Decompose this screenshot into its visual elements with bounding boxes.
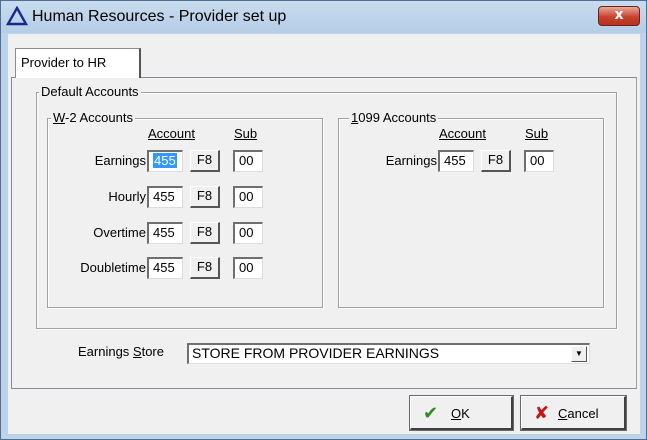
- w2-earnings-sub-input[interactable]: 00: [233, 150, 263, 172]
- cancel-label: Cancel: [558, 406, 599, 421]
- w2-account-header: Account: [148, 126, 195, 141]
- w2-doubletime-lookup-button[interactable]: F8: [190, 257, 220, 279]
- w2-sub-header: Sub: [234, 126, 258, 141]
- w2-doubletime-sub-input[interactable]: 00: [233, 257, 263, 279]
- dialog-window: Human Resources - Provider set up x Prov…: [0, 0, 647, 440]
- w2-doubletime-account-input[interactable]: 455: [147, 257, 183, 279]
- dialog-client: Provider to HR Default Accounts W-2 Acco…: [8, 34, 640, 434]
- w2-overtime-label: Overtime: [93, 225, 146, 240]
- w2-hourly-label: Hourly: [108, 189, 146, 204]
- 1099-account-header: Account: [439, 126, 486, 141]
- w2-earnings-lookup-button[interactable]: F8: [190, 150, 220, 172]
- w2-doubletime-label: Doubletime: [80, 260, 146, 275]
- close-button[interactable]: x: [598, 6, 640, 26]
- cancel-button[interactable]: ✘ Cancel: [521, 396, 626, 430]
- earnings-store-label: Earnings Store: [78, 344, 164, 359]
- default-accounts-group: Default Accounts W-2 Accounts Account Su…: [36, 84, 617, 329]
- ok-label: OK: [451, 406, 470, 421]
- ok-button[interactable]: ✔ OK: [410, 396, 513, 430]
- title-bar[interactable]: Human Resources - Provider set up x: [1, 1, 646, 33]
- window-title: Human Resources - Provider set up: [32, 8, 287, 25]
- x-icon: ✘: [534, 403, 550, 423]
- w2-hourly-lookup-button[interactable]: F8: [190, 186, 220, 208]
- 1099-accounts-group: 1099 Accounts Account Sub Earnings 455 F…: [338, 110, 604, 308]
- w2-overtime-account-input[interactable]: 455: [147, 222, 183, 244]
- w2-earnings-account-input[interactable]: 455: [147, 150, 183, 172]
- w2-accounts-legend: W-2 Accounts: [51, 110, 135, 125]
- 1099-earnings-sub-input[interactable]: 00: [524, 150, 554, 172]
- tab-provider-to-hr[interactable]: Provider to HR: [15, 48, 141, 78]
- tab-label: Provider to HR: [21, 55, 107, 70]
- w2-hourly-sub-input[interactable]: 00: [233, 186, 263, 208]
- w2-earnings-label: Earnings: [94, 153, 146, 168]
- triangle-app-icon: [6, 6, 28, 26]
- earnings-store-select[interactable]: STORE FROM PROVIDER EARNINGS ▼: [187, 343, 590, 364]
- 1099-earnings-account-input[interactable]: 455: [438, 150, 474, 172]
- 1099-sub-header: Sub: [525, 126, 549, 141]
- close-icon: x: [614, 7, 624, 23]
- w2-hourly-account-input[interactable]: 455: [147, 186, 183, 208]
- 1099-accounts-legend: 1099 Accounts: [349, 110, 439, 125]
- w2-accounts-group: W-2 Accounts Account Sub Earnings 455 F8…: [47, 110, 323, 308]
- checkmark-icon: ✔: [423, 403, 439, 423]
- w2-overtime-lookup-button[interactable]: F8: [190, 222, 220, 244]
- 1099-earnings-lookup-button[interactable]: F8: [481, 150, 511, 172]
- 1099-earnings-label: Earnings: [385, 153, 437, 168]
- earnings-store-value: STORE FROM PROVIDER EARNINGS: [192, 345, 440, 361]
- w2-overtime-sub-input[interactable]: 00: [233, 222, 263, 244]
- dropdown-arrow-icon[interactable]: ▼: [571, 346, 587, 362]
- default-accounts-legend: Default Accounts: [39, 84, 141, 99]
